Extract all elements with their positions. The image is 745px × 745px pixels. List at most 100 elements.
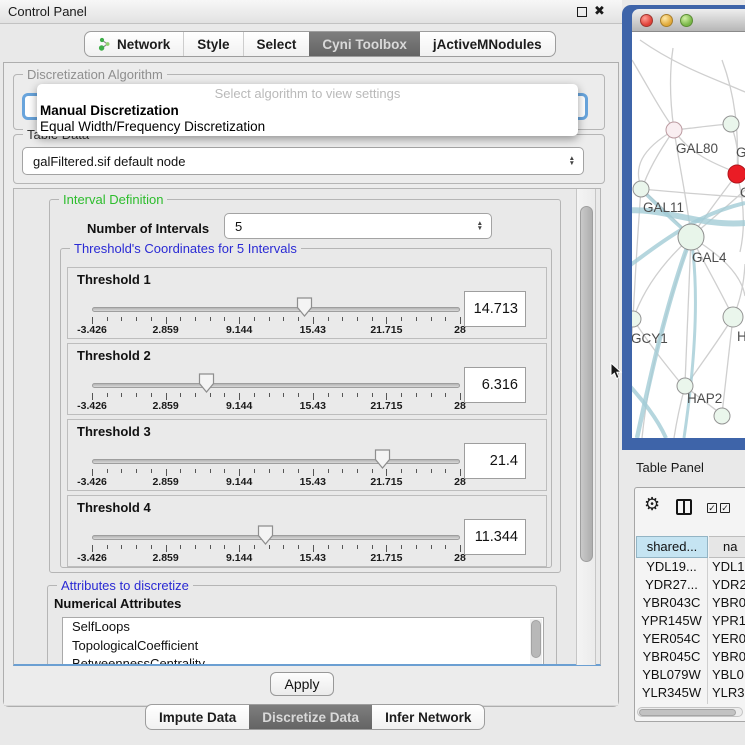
form-scrollbar-thumb[interactable] — [580, 206, 593, 562]
cell-name[interactable]: YIL0 — [708, 702, 745, 704]
cell-shared-name[interactable]: YLR345W — [636, 684, 708, 702]
attribute-item-topologicalcoefficient[interactable]: TopologicalCoefficient — [63, 637, 543, 656]
zoom-traffic-light-icon[interactable] — [680, 14, 693, 27]
number-of-intervals-combobox[interactable]: 5 ▲▼ — [224, 213, 492, 239]
dropdown-placeholder[interactable]: Select algorithm to view settings — [37, 86, 578, 103]
threshold-value-field[interactable]: 6.316 — [464, 367, 526, 403]
cell-name[interactable]: YBR0 — [708, 648, 745, 666]
dropdown-item-equal-width-frequency-discretization[interactable]: Equal Width/Frequency Discretization — [37, 119, 578, 135]
float-window-icon[interactable] — [577, 7, 587, 17]
network-node-c[interactable] — [728, 165, 745, 183]
apply-button[interactable]: Apply — [270, 672, 334, 696]
network-graph[interactable]: GAL80GACGAL11GAL4GCY1HHAP2 — [632, 32, 745, 438]
network-window-titlebar[interactable] — [632, 9, 745, 32]
cell-shared-name[interactable]: YBR045C — [636, 648, 708, 666]
cell-name[interactable]: YER0 — [708, 630, 745, 648]
cell-shared-name[interactable]: YDL19... — [636, 558, 708, 576]
slider-thumb[interactable] — [296, 297, 313, 317]
cell-shared-name[interactable]: YPR145W — [636, 612, 708, 630]
network-edge[interactable] — [635, 237, 691, 314]
table-row[interactable]: YPR145WYPR1 — [636, 612, 745, 630]
attributes-scrollbar[interactable] — [530, 619, 542, 666]
cell-name[interactable]: YPR1 — [708, 612, 745, 630]
network-node-ga[interactable] — [723, 116, 739, 132]
threshold-panel-3: Threshold 3-3.4262.8599.14415.4321.71528… — [67, 419, 547, 491]
cell-name[interactable]: YDR2 — [708, 576, 745, 594]
network-node[interactable] — [714, 408, 730, 424]
table-row[interactable]: YDL19...YDL1 — [636, 558, 745, 576]
network-node-h[interactable] — [723, 307, 743, 327]
table-row[interactable]: YLR345WYLR3 — [636, 684, 745, 702]
stepper-icon[interactable]: ▲▼ — [477, 214, 483, 238]
table-row[interactable]: YER054CYER0 — [636, 630, 745, 648]
network-edge[interactable] — [632, 60, 672, 126]
checkbox-icon[interactable]: ✓ — [707, 503, 717, 513]
checkbox-icon[interactable]: ✓ — [720, 503, 730, 513]
network-node-gcy1[interactable] — [632, 311, 641, 327]
tick-label: 21.715 — [370, 400, 402, 412]
tab-discretize-data[interactable]: Discretize Data — [249, 705, 372, 729]
tab-label: Impute Data — [159, 710, 236, 725]
column-header-name[interactable]: na — [709, 536, 745, 558]
network-node-gal80[interactable] — [666, 122, 682, 138]
cell-shared-name[interactable]: YBR043C — [636, 594, 708, 612]
slider-thumb[interactable] — [198, 373, 215, 393]
cell-name[interactable]: YLR3 — [708, 684, 745, 702]
slider-thumb[interactable] — [374, 449, 391, 469]
form-scrollbar[interactable] — [576, 189, 596, 665]
close-icon[interactable]: ✖ — [594, 3, 605, 19]
tab-cyni-toolbox[interactable]: Cyni Toolbox — [309, 32, 420, 56]
tab-impute-data[interactable]: Impute Data — [146, 705, 249, 729]
network-edge[interactable] — [642, 130, 674, 189]
table-data-combobox[interactable]: galFiltered.sif default node ▲▼ — [22, 147, 584, 175]
tab-select[interactable]: Select — [243, 32, 310, 56]
network-node-gal4[interactable] — [678, 224, 704, 250]
cell-name[interactable]: YBR0 — [708, 594, 745, 612]
cell-shared-name[interactable]: YER054C — [636, 630, 708, 648]
threshold-value-field[interactable]: 14.713 — [464, 291, 526, 327]
tab-jactivemnodules[interactable]: jActiveMNodules — [420, 32, 555, 56]
slider-thumb[interactable] — [257, 525, 274, 545]
cell-shared-name[interactable]: YDR27... — [636, 576, 708, 594]
slider-track[interactable] — [92, 383, 460, 388]
cell-shared-name[interactable]: YBL079W — [636, 666, 708, 684]
network-edge[interactable] — [685, 237, 691, 384]
node-table: YDL19...YDL1YDR27...YDR2YBR043CYBR0YPR14… — [636, 558, 745, 704]
minimize-traffic-light-icon[interactable] — [660, 14, 673, 27]
slider-track[interactable] — [92, 459, 460, 464]
tick-label: -3.426 — [77, 476, 107, 488]
threshold-label: Threshold 1 — [77, 272, 151, 287]
slider-track[interactable] — [92, 307, 460, 312]
numerical-attributes-list[interactable]: SelfLoopsTopologicalCoefficientBetweenne… — [62, 617, 544, 666]
attribute-item-selfloops[interactable]: SelfLoops — [63, 618, 543, 637]
threshold-value-field[interactable]: 11.344 — [464, 519, 526, 555]
tick-label: 2.859 — [152, 476, 178, 488]
dropdown-item-manual-discretization[interactable]: Manual Discretization — [37, 103, 578, 119]
table-scrollbar-thumb[interactable] — [639, 709, 736, 716]
threshold-value-field[interactable]: 21.4 — [464, 443, 526, 479]
cell-shared-name[interactable]: YIL053C — [636, 702, 708, 704]
scrollbar-thumb[interactable] — [531, 620, 541, 658]
tab-style[interactable]: Style — [183, 32, 242, 56]
table-row[interactable]: YIL053CYIL0 — [636, 702, 745, 704]
tab-network[interactable]: Network — [85, 32, 183, 56]
table-row[interactable]: YDR27...YDR2 — [636, 576, 745, 594]
columns-icon[interactable] — [676, 499, 692, 515]
gear-icon[interactable]: ⚙ — [644, 494, 660, 514]
network-edge[interactable] — [642, 189, 745, 197]
tab-label: Infer Network — [385, 710, 471, 725]
stepper-icon[interactable]: ▲▼ — [569, 148, 575, 174]
table-row[interactable]: YBR043CYBR0 — [636, 594, 745, 612]
close-traffic-light-icon[interactable] — [640, 14, 653, 27]
table-row[interactable]: YBL079WYBL0 — [636, 666, 745, 684]
attribute-item-betweennesscentrality[interactable]: BetweennessCentrality — [63, 655, 543, 666]
cell-name[interactable]: YDL1 — [708, 558, 745, 576]
tab-infer-network[interactable]: Infer Network — [372, 705, 484, 729]
table-horizontal-scrollbar[interactable] — [637, 707, 743, 717]
table-row[interactable]: YBR045CYBR0 — [636, 648, 745, 666]
slider-track[interactable] — [92, 535, 460, 540]
network-node-gal11[interactable] — [633, 181, 649, 197]
column-header-shared-name[interactable]: shared... — [636, 536, 708, 558]
cell-name[interactable]: YBL0 — [708, 666, 745, 684]
attributes-group-title: Attributes to discretize — [57, 578, 193, 593]
